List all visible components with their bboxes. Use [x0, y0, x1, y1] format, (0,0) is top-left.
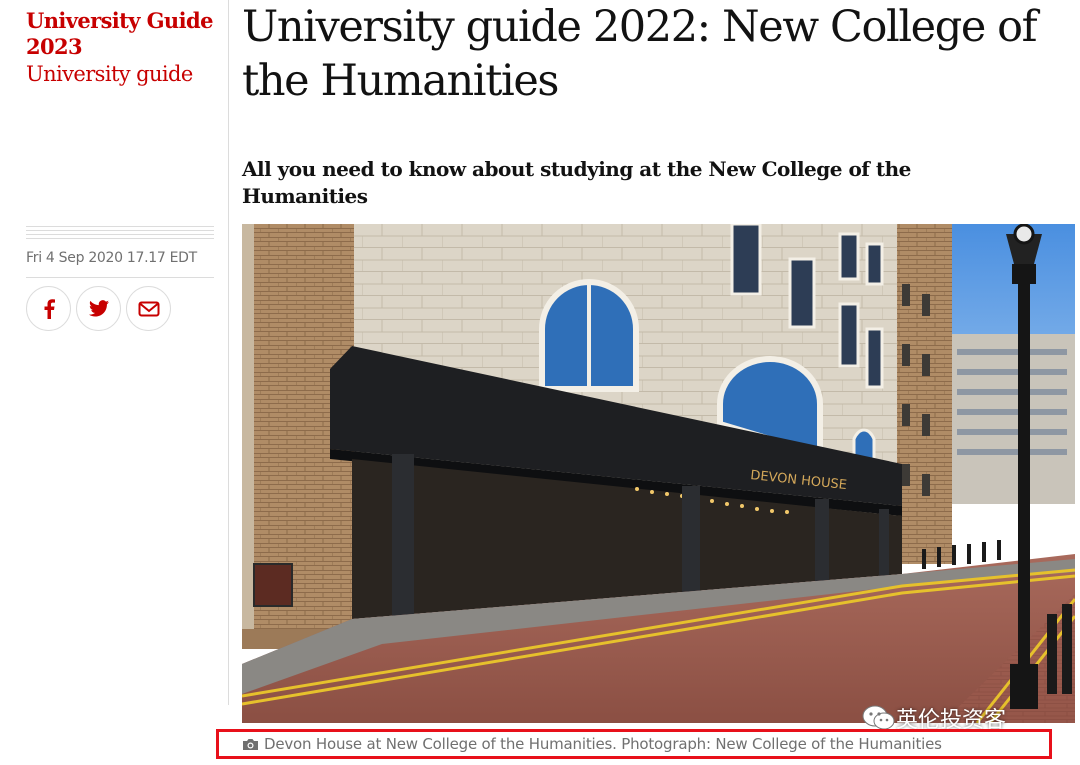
email-icon	[138, 301, 159, 316]
share-buttons	[26, 286, 171, 331]
dateline-divider	[26, 277, 214, 278]
share-facebook-button[interactable]	[26, 286, 71, 331]
series-kicker[interactable]: University guide	[26, 61, 222, 87]
wechat-icon	[862, 705, 895, 730]
devon-house-photo: DEVON HOUSE	[242, 224, 1075, 723]
photo-caption: Devon House at New College of the Humani…	[242, 735, 1062, 753]
dateline: Fri 4 Sep 2020 17.17 EDT	[26, 250, 197, 266]
article-meta-column: University Guide 2023 University guide F…	[0, 0, 228, 765]
camera-icon	[243, 738, 258, 750]
twitter-icon	[88, 300, 109, 317]
column-divider	[228, 0, 229, 705]
article-standfirst: All you need to know about studying at t…	[242, 157, 911, 208]
share-twitter-button[interactable]	[76, 286, 121, 331]
facebook-icon	[44, 298, 55, 319]
section-kicker[interactable]: University Guide 2023	[26, 8, 222, 60]
caption-text: Devon House at New College of the Humani…	[264, 735, 942, 753]
meta-divider-lines	[26, 226, 214, 242]
main-photo[interactable]: DEVON HOUSE	[242, 224, 1075, 723]
article-headline: University guide 2022: New College of th…	[242, 2, 1038, 106]
share-email-button[interactable]	[126, 286, 171, 331]
